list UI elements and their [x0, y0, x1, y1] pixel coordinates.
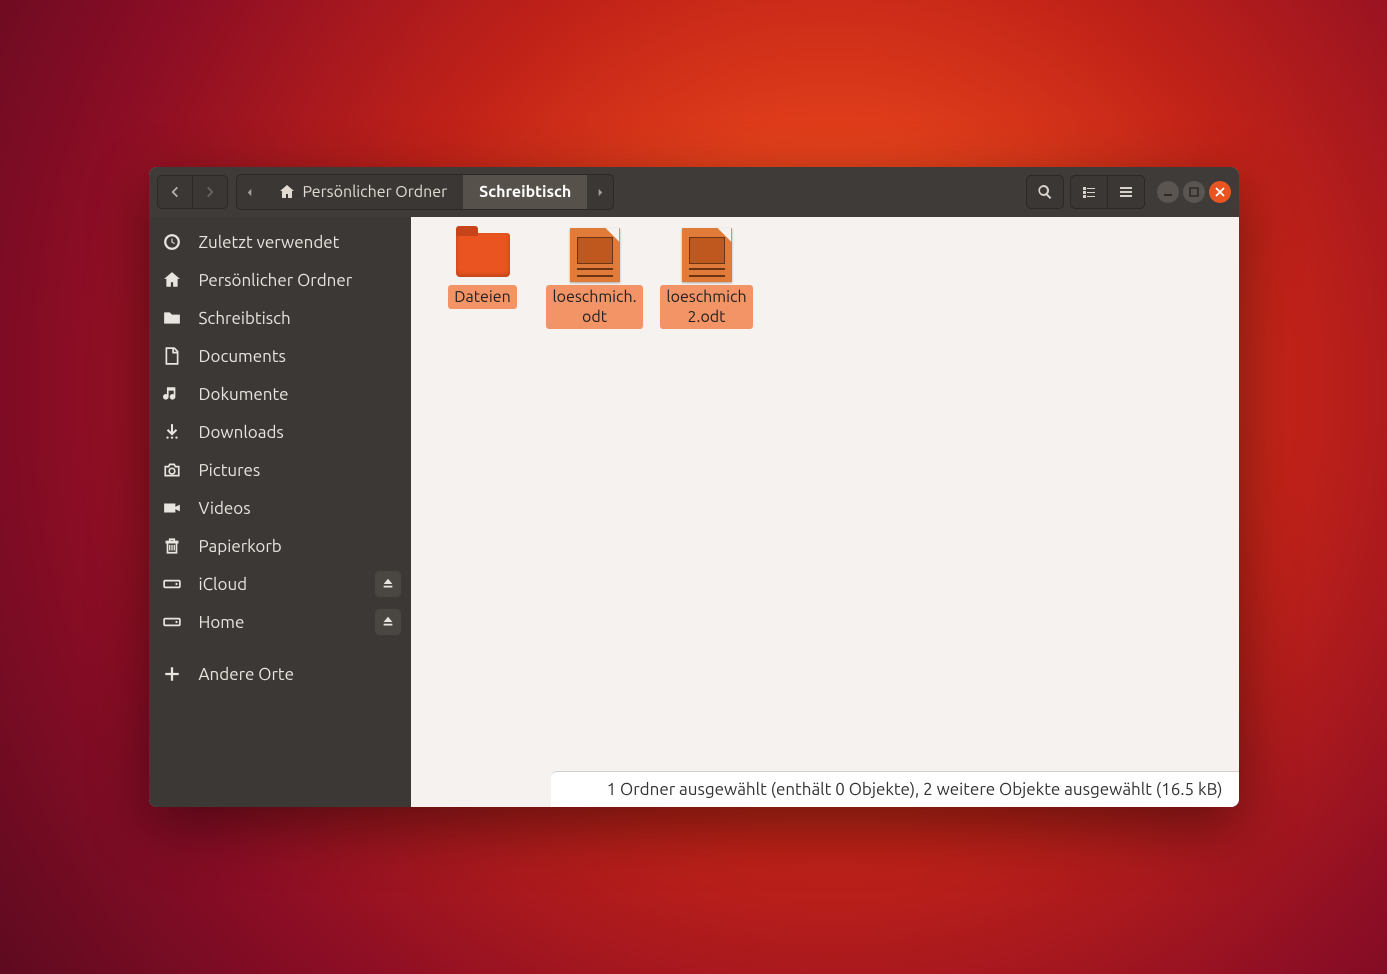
minimize-icon: [1163, 187, 1173, 197]
clock-icon: [163, 233, 181, 251]
home-icon: [279, 184, 295, 200]
close-icon: [1215, 187, 1225, 197]
sidebar-item-11[interactable]: Andere Orte: [149, 655, 411, 693]
download-icon: [163, 423, 181, 441]
path-prev-button[interactable]: [237, 175, 263, 209]
sidebar: Zuletzt verwendet Persönlicher Ordner Schr…: [149, 217, 411, 807]
home-icon: [163, 271, 181, 289]
sidebar-item-label: iCloud: [199, 575, 248, 594]
search-button[interactable]: [1026, 175, 1064, 209]
sidebar-item-9[interactable]: iCloud: [149, 565, 411, 603]
sidebar-item-10[interactable]: Home: [149, 603, 411, 641]
trash-icon: [163, 537, 181, 555]
sidebar-item-3[interactable]: Documents: [149, 337, 411, 375]
file-label: loeschmich2.odt: [660, 285, 752, 329]
music-icon: [163, 385, 181, 403]
breadcrumb-current[interactable]: Schreibtisch: [463, 175, 587, 209]
view-toggle-button[interactable]: [1070, 175, 1107, 209]
file-manager-window: Persönlicher Ordner Schreibtisch: [149, 167, 1239, 807]
sidebar-item-5[interactable]: Downloads: [149, 413, 411, 451]
sidebar-item-label: Dokumente: [199, 385, 289, 404]
sidebar-item-label: Zuletzt verwendet: [199, 233, 340, 252]
icon-grid[interactable]: Dateien loeschmich.odt loeschmich2.odt: [411, 217, 1239, 771]
folder-icon: [456, 233, 510, 277]
path-next-button[interactable]: [587, 175, 613, 209]
maximize-button[interactable]: [1183, 181, 1205, 203]
file-label: loeschmich.odt: [546, 285, 642, 329]
breadcrumb-home[interactable]: Persönlicher Ordner: [263, 175, 464, 209]
folder-icon: [163, 309, 181, 327]
back-button[interactable]: [158, 176, 193, 208]
sidebar-item-label: Schreibtisch: [199, 309, 291, 328]
close-button[interactable]: [1209, 181, 1231, 203]
minimize-button[interactable]: [1157, 181, 1179, 203]
eject-icon: [381, 615, 395, 629]
sidebar-item-8[interactable]: Papierkorb: [149, 527, 411, 565]
sidebar-item-label: Documents: [199, 347, 286, 366]
view-menu-group: [1070, 175, 1145, 209]
eject-icon: [381, 577, 395, 591]
eject-button[interactable]: [375, 571, 401, 597]
status-bar: 1 Ordner ausgewählt (enthält 0 Objekte),…: [551, 771, 1239, 807]
breadcrumb-current-label: Schreibtisch: [479, 183, 571, 201]
sidebar-item-label: Videos: [199, 499, 251, 518]
sidebar-item-7[interactable]: Videos: [149, 489, 411, 527]
sidebar-item-0[interactable]: Zuletzt verwendet: [149, 223, 411, 261]
document-icon: [682, 228, 732, 282]
maximize-icon: [1189, 187, 1199, 197]
hamburger-menu-button[interactable]: [1107, 175, 1145, 209]
eject-button[interactable]: [375, 609, 401, 635]
sidebar-item-label: Papierkorb: [199, 537, 282, 556]
file-item-2[interactable]: loeschmich2.odt: [655, 229, 759, 329]
window-body: Zuletzt verwendet Persönlicher Ordner Schr…: [149, 217, 1239, 807]
drive-icon: [163, 575, 181, 593]
nav-buttons: [157, 175, 228, 209]
camera-icon: [163, 461, 181, 479]
content-area: Dateien loeschmich.odt loeschmich2.odt 1 O…: [411, 217, 1239, 807]
window-controls: [1157, 181, 1231, 203]
file-item-0[interactable]: Dateien: [431, 229, 535, 329]
sidebar-item-6[interactable]: Pictures: [149, 451, 411, 489]
file-label: Dateien: [448, 285, 516, 309]
sidebar-item-label: Downloads: [199, 423, 284, 442]
breadcrumb-home-label: Persönlicher Ordner: [303, 183, 448, 201]
sidebar-item-label: Persönlicher Ordner: [199, 271, 353, 290]
sidebar-item-label: Andere Orte: [199, 665, 294, 684]
file-item-1[interactable]: loeschmich.odt: [543, 229, 647, 329]
sidebar-item-label: Home: [199, 613, 245, 632]
sidebar-item-label: Pictures: [199, 461, 261, 480]
doc-icon: [163, 347, 181, 365]
titlebar: Persönlicher Ordner Schreibtisch: [149, 167, 1239, 217]
breadcrumb: Persönlicher Ordner Schreibtisch: [236, 174, 615, 210]
hamburger-icon: [1118, 184, 1134, 200]
sidebar-item-4[interactable]: Dokumente: [149, 375, 411, 413]
document-icon: [570, 228, 620, 282]
sidebar-item-1[interactable]: Persönlicher Ordner: [149, 261, 411, 299]
video-icon: [163, 499, 181, 517]
sidebar-item-2[interactable]: Schreibtisch: [149, 299, 411, 337]
plus-icon: [163, 665, 181, 683]
drive-icon: [163, 613, 181, 631]
search-icon: [1037, 184, 1053, 200]
forward-button[interactable]: [193, 176, 227, 208]
list-view-icon: [1081, 184, 1097, 200]
